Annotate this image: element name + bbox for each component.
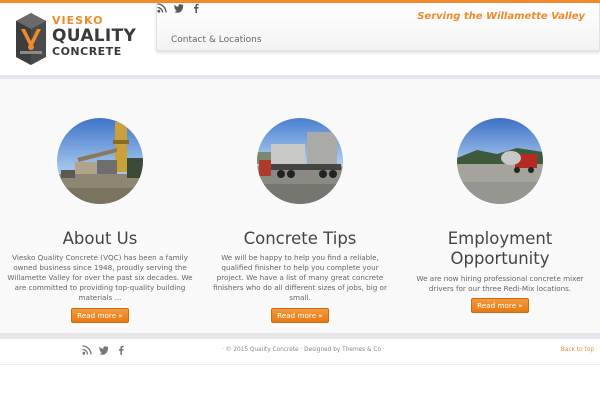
feature-employment: Employment Opportunity We are now hiring… xyxy=(407,79,593,333)
feature-title: Concrete Tips xyxy=(243,229,357,248)
logo-quality-text: QUALITY xyxy=(52,26,137,46)
facebook-icon[interactable] xyxy=(116,345,126,355)
feature-description: Viesko Quality Concrete (VQC) has been a… xyxy=(7,253,193,302)
rss-icon[interactable] xyxy=(82,345,92,355)
logo-wordmark: VIESKO QUALITY CONCRETE xyxy=(52,15,137,59)
read-more-button[interactable]: Read more » xyxy=(71,308,129,323)
feature-description: We will be happy to help you find a reli… xyxy=(213,253,387,302)
copyright-text: · © 2015 Quality Concrete · Designed by … xyxy=(222,347,385,353)
header-social-links xyxy=(157,3,201,13)
site-tagline: Serving the Willamette Valley xyxy=(417,11,585,22)
read-more-button[interactable]: Read more » xyxy=(471,298,529,313)
site-logo[interactable]: VIESKO QUALITY CONCRETE xyxy=(14,11,137,71)
logo-hexagon-icon xyxy=(16,13,46,65)
feature-description: We are now hiring professional concrete … xyxy=(416,274,584,293)
mixer-truck-lot-photo[interactable] xyxy=(457,118,543,204)
footer-social-links xyxy=(82,345,126,355)
feature-about-us: About Us Viesko Quality Concrete (VQC) h… xyxy=(7,79,193,333)
back-to-top-link[interactable]: Back to top xyxy=(561,347,594,353)
logo-concrete-text: CONCRETE xyxy=(52,45,122,58)
twitter-icon[interactable] xyxy=(174,3,184,13)
feature-title: Employment Opportunity xyxy=(447,229,553,268)
read-more-button[interactable]: Read more » xyxy=(271,308,329,323)
nav-contact-locations[interactable]: Contact & Locations xyxy=(171,35,262,45)
twitter-icon[interactable] xyxy=(99,345,109,355)
features-section: About Us Viesko Quality Concrete (VQC) h… xyxy=(0,79,600,333)
concrete-plant-photo[interactable] xyxy=(57,118,143,204)
rss-icon[interactable] xyxy=(157,3,167,13)
site-footer: · © 2015 Quality Concrete · Designed by … xyxy=(0,339,600,365)
header-nav-box: Serving the Willamette Valley Contact & … xyxy=(156,3,600,51)
facebook-icon[interactable] xyxy=(191,3,201,13)
flatbed-truck-photo[interactable] xyxy=(257,118,343,204)
feature-concrete-tips: Concrete Tips We will be happy to help y… xyxy=(207,79,393,333)
feature-title: About Us xyxy=(62,229,138,248)
